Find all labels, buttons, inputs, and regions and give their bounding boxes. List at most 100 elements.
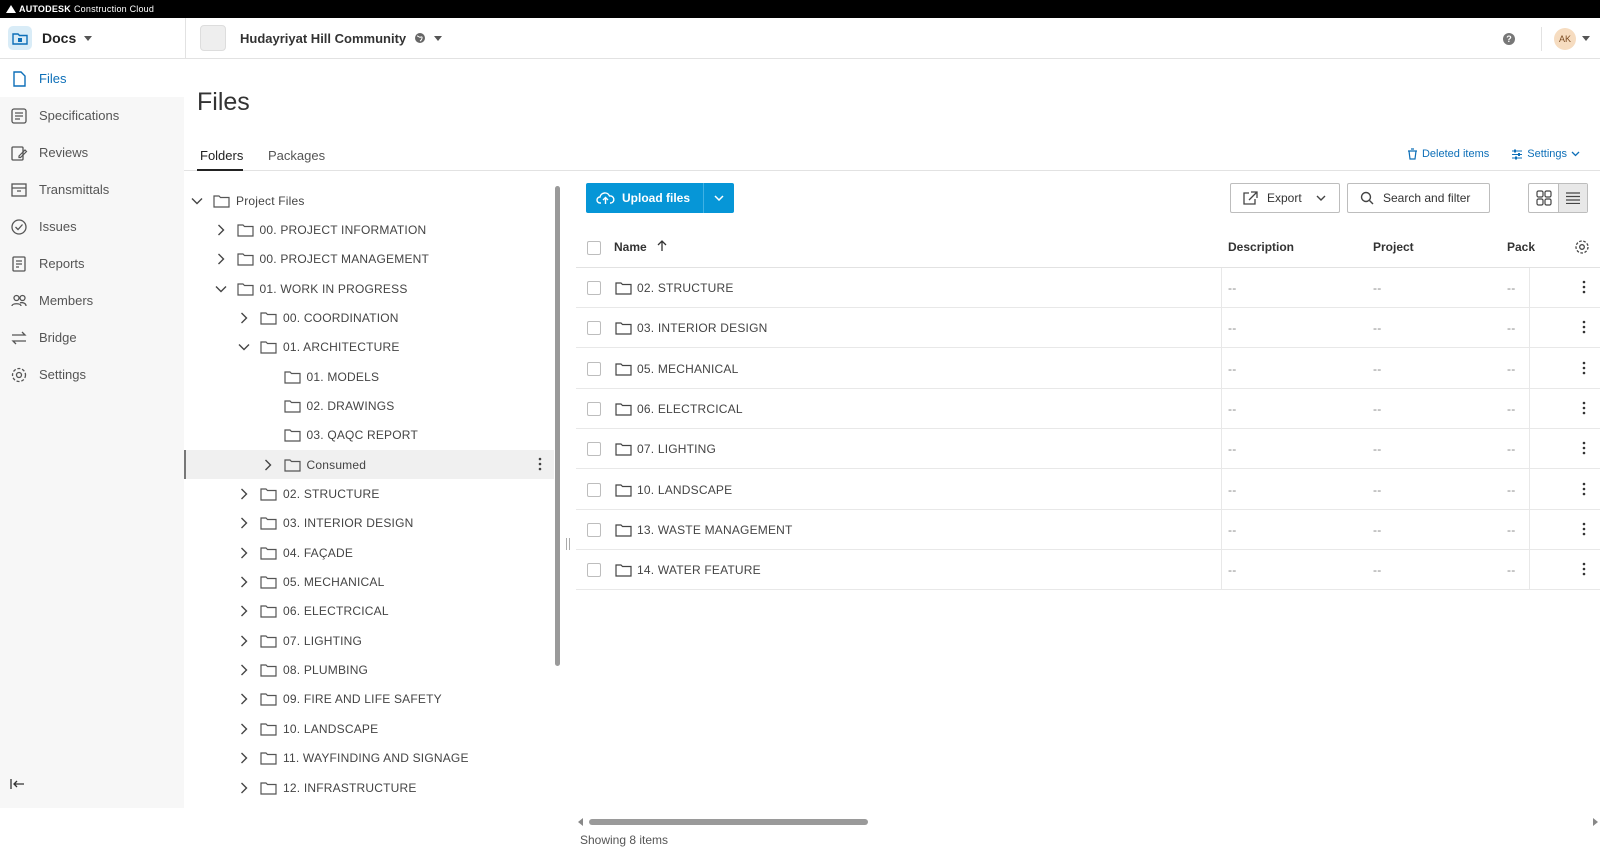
more-options-icon[interactable] [1582,320,1586,334]
tree-expand-toggle[interactable] [214,223,228,237]
more-options-icon[interactable] [1582,280,1586,294]
row-name[interactable]: 02. STRUCTURE [637,281,734,295]
tree-folder-row[interactable]: 12. INFRASTRUCTURE [184,773,554,802]
tab-packages[interactable]: Packages [268,148,325,163]
tree-expand-toggle[interactable] [237,487,251,501]
tree-expand-toggle[interactable] [237,634,251,648]
table-row[interactable]: 13. WASTE MANAGEMENT -- -- -- [576,510,1600,550]
tree-expand-toggle[interactable] [237,751,251,765]
export-button[interactable]: Export [1230,183,1340,213]
app-switcher[interactable]: Docs [0,18,186,58]
tree-folder-row[interactable]: 03. INTERIOR DESIGN [184,509,554,538]
nav-item-issues[interactable]: Issues [0,208,184,245]
settings-link[interactable]: Settings [1511,148,1584,160]
row-name[interactable]: 13. WASTE MANAGEMENT [637,523,793,537]
tree-expand-toggle[interactable] [237,516,251,530]
table-row[interactable]: 02. STRUCTURE -- -- -- [576,268,1600,308]
deleted-items-link[interactable]: Deleted items [1407,148,1489,160]
tree-folder-row[interactable]: 01. ARCHITECTURE [184,333,554,362]
column-header-name[interactable]: Name [614,240,667,254]
grid-view-button[interactable] [1529,184,1558,212]
table-horizontal-scrollbar[interactable] [576,818,1600,826]
collapse-sidebar-icon[interactable] [10,778,26,790]
horizontal-scrollbar-thumb[interactable] [589,819,868,825]
more-options-icon[interactable] [1582,441,1586,455]
tree-folder-row[interactable]: 00. COORDINATION [184,303,554,332]
tree-folder-row[interactable]: 00. PROJECT MANAGEMENT [184,245,554,274]
project-selector[interactable]: Hudayriyat Hill Community [200,25,443,51]
row-name[interactable]: 03. INTERIOR DESIGN [637,321,768,335]
nav-item-reviews[interactable]: Reviews [0,134,184,171]
nav-item-settings[interactable]: Settings [0,356,184,393]
tree-expand-toggle[interactable] [237,663,251,677]
row-name[interactable]: 14. WATER FEATURE [637,563,761,577]
tab-folders[interactable]: Folders [200,148,243,163]
row-checkbox[interactable] [587,401,601,416]
tree-expand-toggle[interactable] [261,458,275,472]
tree-expand-toggle[interactable] [214,252,228,266]
row-checkbox[interactable] [587,281,601,295]
select-all-checkbox[interactable] [587,241,601,255]
nav-item-transmittals[interactable]: Transmittals [0,171,184,208]
column-header-package[interactable]: Pack [1507,240,1535,254]
tree-folder-row[interactable]: Consumed [184,450,554,480]
more-options-icon[interactable] [1582,361,1586,375]
tree-folder-row[interactable]: Project Files [184,186,554,215]
tree-expand-toggle[interactable] [237,692,251,706]
row-checkbox[interactable] [587,361,601,376]
tree-folder-row[interactable]: 05. MECHANICAL [184,568,554,597]
tree-folder-row[interactable]: 03. QAQC REPORT [184,421,554,450]
tree-expand-toggle[interactable] [190,194,204,208]
chevron-down-icon[interactable] [1582,36,1590,41]
table-row[interactable]: 03. INTERIOR DESIGN -- -- -- [576,308,1600,349]
nav-item-reports[interactable]: Reports [0,245,184,282]
row-name[interactable]: 07. LIGHTING [637,442,716,456]
tree-folder-row[interactable]: 01. WORK IN PROGRESS [184,274,554,303]
nav-item-files[interactable]: Files [0,60,184,97]
tree-folder-row[interactable]: 01. MODELS [184,362,554,391]
tree-expand-toggle[interactable] [237,604,251,618]
search-and-filter-button[interactable]: Search and filter [1347,183,1490,213]
tree-folder-row[interactable]: 02. DRAWINGS [184,391,554,420]
tree-folder-row[interactable]: 07. LIGHTING [184,626,554,655]
tree-folder-row[interactable]: 09. FIRE AND LIFE SAFETY [184,685,554,714]
tree-scrollbar[interactable] [554,186,561,726]
row-checkbox[interactable] [587,563,601,578]
more-options-icon[interactable] [538,457,542,471]
help-icon[interactable]: ? [1503,32,1515,45]
row-checkbox[interactable] [587,442,601,457]
list-view-button[interactable] [1558,184,1587,212]
tree-folder-row[interactable]: 00. PROJECT INFORMATION [184,215,554,244]
row-checkbox[interactable] [587,522,601,537]
tree-folder-row[interactable]: 11. WAYFINDING AND SIGNAGE [184,744,554,773]
row-checkbox[interactable] [587,482,601,497]
scroll-right-icon[interactable] [1592,818,1598,826]
more-options-icon[interactable] [1582,482,1586,496]
column-header-description[interactable]: Description [1228,240,1294,254]
row-checkbox[interactable] [587,321,601,336]
row-name[interactable]: 05. MECHANICAL [637,362,739,376]
table-row[interactable]: 07. LIGHTING -- -- -- [576,429,1600,470]
more-options-icon[interactable] [1582,562,1586,576]
tree-expand-toggle[interactable] [237,311,251,325]
tree-expand-toggle[interactable] [214,282,228,296]
row-name[interactable]: 10. LANDSCAPE [637,483,732,497]
scroll-left-icon[interactable] [578,818,584,826]
nav-item-specifications[interactable]: Specifications [0,97,184,134]
table-row[interactable]: 05. MECHANICAL -- -- -- [576,349,1600,389]
upload-options-dropdown[interactable] [703,183,734,213]
tree-folder-row[interactable]: 02. STRUCTURE [184,480,554,509]
tree-expand-toggle[interactable] [237,781,251,795]
column-settings-gear-icon[interactable] [1574,239,1590,255]
row-name[interactable]: 06. ELECTRCICAL [637,402,743,416]
pane-resize-handle[interactable] [566,538,570,550]
tree-expand-toggle[interactable] [237,722,251,736]
tree-expand-toggle[interactable] [237,575,251,589]
avatar[interactable]: AK [1554,27,1576,50]
tree-folder-row[interactable]: 10. LANDSCAPE [184,714,554,743]
tree-expand-toggle[interactable] [237,340,251,354]
upload-files-button[interactable]: Upload files [586,183,703,213]
more-options-icon[interactable] [1582,401,1586,415]
tree-folder-row[interactable]: 08. PLUMBING [184,656,554,685]
column-header-project[interactable]: Project [1373,240,1414,254]
